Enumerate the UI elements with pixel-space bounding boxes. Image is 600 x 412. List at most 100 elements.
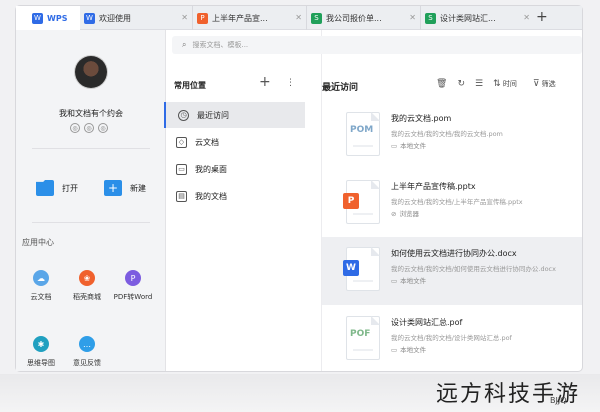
doc-icon: W — [84, 12, 95, 24]
thumb-line — [353, 280, 373, 282]
nav-label: 我的文档 — [195, 191, 227, 201]
sheet-icon: S — [311, 12, 322, 24]
badge-icon[interactable]: ◎ — [84, 123, 94, 133]
file-row[interactable]: POM 我的云文档.pom 我的云文档/我的文档/我的云文档.pom ▭ 本地文件 — [322, 102, 582, 170]
open-label: 打开 — [62, 183, 78, 193]
file-path: 我的云文档/我的文档/如何使用云文档进行协同办公.docx — [391, 265, 556, 273]
new-tab-button[interactable]: + — [536, 9, 548, 25]
left-panel: 我和文档有个约会 ◎ ◎ ◎ 打开 + 新建 应用中心 ☁ 云文档 ❀ 稻壳商城… — [16, 30, 166, 371]
ppt-badge-icon: P — [343, 193, 359, 209]
apps-title: 应用中心 — [22, 238, 54, 247]
page-title: 最近访问 — [322, 83, 359, 93]
file-row[interactable]: P 上半年产品宣传稿.pptx 我的云文档/我的文档/上半年产品宣传稿.pptx… — [322, 170, 582, 238]
tab-wps-home[interactable]: W WPS — [16, 6, 80, 30]
wps-logo-icon: W — [32, 12, 43, 24]
tab-bar: W WPS W 欢迎使用 ✕ P 上半年产品宣... ✕ S 我公司报价单...… — [16, 6, 582, 30]
file-row-selected[interactable]: W 如何使用云文档进行协同办公.docx 我的云文档/我的文档/如何使用云文档进… — [322, 237, 582, 305]
app-label: PDF转Word — [113, 293, 153, 301]
store-icon: ❀ — [79, 270, 95, 286]
tab-design-sites[interactable]: S 设计类网站汇... ✕ — [420, 6, 534, 30]
sheet-icon: S — [425, 12, 436, 24]
nav-label: 最近访问 — [197, 110, 229, 120]
watermark-logo: BJJQ — [550, 396, 567, 405]
close-icon[interactable]: ✕ — [523, 13, 530, 22]
refresh-icon[interactable]: ↻ — [457, 79, 465, 89]
file-path: 我的云文档/我的文档/我的云文档.pom — [391, 130, 503, 138]
more-icon[interactable]: ⋮ — [286, 78, 295, 88]
thumb-line — [353, 145, 373, 147]
word-badge-icon: W — [343, 260, 359, 276]
file-thumbnail: POF — [346, 316, 380, 360]
app-docer-store[interactable]: ❀ 稻壳商城 — [62, 270, 112, 302]
badge-icon[interactable]: ◎ — [98, 123, 108, 133]
page-fold — [371, 316, 380, 325]
location-label: 本地文件 — [400, 346, 427, 354]
trash-icon[interactable]: 🗑 — [436, 79, 447, 89]
sort-label: 时间 — [502, 80, 517, 88]
thumb-label: POM — [350, 125, 374, 135]
file-location: ▭ 本地文件 — [391, 275, 426, 285]
filter-button[interactable]: ⊽ 筛选 — [533, 79, 556, 89]
app-label: 思维导图 — [27, 359, 55, 367]
nav-item-cloud[interactable]: ◇ 云文档 — [164, 129, 305, 155]
tab-presentation[interactable]: P 上半年产品宣... ✕ — [192, 6, 306, 30]
avatar[interactable] — [75, 56, 107, 88]
nav-label: 云文档 — [195, 137, 219, 147]
folder-icon — [36, 180, 54, 196]
computer-icon: ▭ — [391, 346, 398, 354]
nav-item-desktop[interactable]: ▭ 我的桌面 — [164, 156, 305, 182]
app-cloud-docs[interactable]: ☁ 云文档 — [16, 270, 66, 302]
file-thumbnail: POM — [346, 112, 380, 156]
app-pdf-to-word[interactable]: P PDF转Word — [108, 270, 158, 302]
tab-welcome[interactable]: W 欢迎使用 ✕ — [80, 6, 192, 30]
app-feedback[interactable]: … 意见反馈 — [62, 336, 112, 368]
tab-label: 设计类网站汇... — [440, 13, 496, 23]
search-input[interactable]: ⌕ 搜索文档、模板... — [172, 36, 582, 54]
tab-label: 欢迎使用 — [99, 13, 131, 23]
divider — [32, 148, 150, 149]
computer-icon: ▭ — [391, 142, 398, 150]
nav-title: 常用位置 — [174, 81, 206, 90]
file-location: ▭ 本地文件 — [391, 344, 426, 354]
close-icon[interactable]: ✕ — [409, 13, 416, 22]
documents-icon: ▤ — [176, 190, 187, 202]
page-fold — [371, 180, 380, 189]
badge-icon[interactable]: ◎ — [70, 123, 80, 133]
location-label: 浏览器 — [399, 210, 419, 218]
clock-icon: ◷ — [178, 109, 189, 121]
location-label: 本地文件 — [400, 277, 427, 285]
add-location-button[interactable]: + — [259, 74, 271, 90]
file-location: ⊘ 浏览器 — [391, 208, 419, 218]
feedback-icon: … — [79, 336, 95, 352]
file-name: 设计类网站汇总.pof — [391, 318, 463, 327]
toolbar: 🗑 ↻ ☰ ⇅ 时间 ⊽ 筛选 — [436, 79, 556, 89]
filter-icon: ⊽ — [532, 79, 540, 89]
new-button[interactable]: + 新建 — [104, 180, 146, 196]
page-fold — [371, 112, 380, 121]
nav-item-documents[interactable]: ▤ 我的文档 — [164, 183, 305, 209]
file-thumbnail: P — [343, 180, 380, 224]
close-icon[interactable]: ✕ — [295, 13, 302, 22]
file-location: ▭ 本地文件 — [391, 140, 426, 150]
pdf-icon: P — [125, 270, 141, 286]
tab-quote-sheet[interactable]: S 我公司报价单... ✕ — [306, 6, 420, 30]
tab-label: 上半年产品宣... — [212, 13, 268, 23]
new-label: 新建 — [130, 183, 146, 193]
close-icon[interactable]: ✕ — [181, 13, 188, 22]
location-label: 本地文件 — [400, 142, 427, 150]
open-button[interactable]: 打开 — [36, 180, 78, 196]
app-mind-map[interactable]: ✱ 思维导图 — [16, 336, 66, 368]
mindmap-icon: ✱ — [33, 336, 49, 352]
cube-icon: ◇ — [176, 136, 187, 148]
sort-time-button[interactable]: ⇅ 时间 — [493, 79, 517, 89]
app-label: 稻壳商城 — [73, 293, 101, 301]
thumb-line — [353, 349, 373, 351]
list-view-icon[interactable]: ☰ — [475, 79, 483, 89]
nav-item-recent[interactable]: ◷ 最近访问 — [164, 102, 305, 128]
tab-label: WPS — [47, 13, 68, 23]
file-row[interactable]: POF 设计类网站汇总.pof 我的云文档/我的文档/设计类网站汇总.pof ▭… — [322, 306, 582, 374]
search-placeholder: 搜索文档、模板... — [192, 41, 249, 49]
filter-label: 筛选 — [541, 80, 556, 88]
computer-icon: ▭ — [391, 277, 398, 285]
app-label: 意见反馈 — [73, 359, 101, 367]
